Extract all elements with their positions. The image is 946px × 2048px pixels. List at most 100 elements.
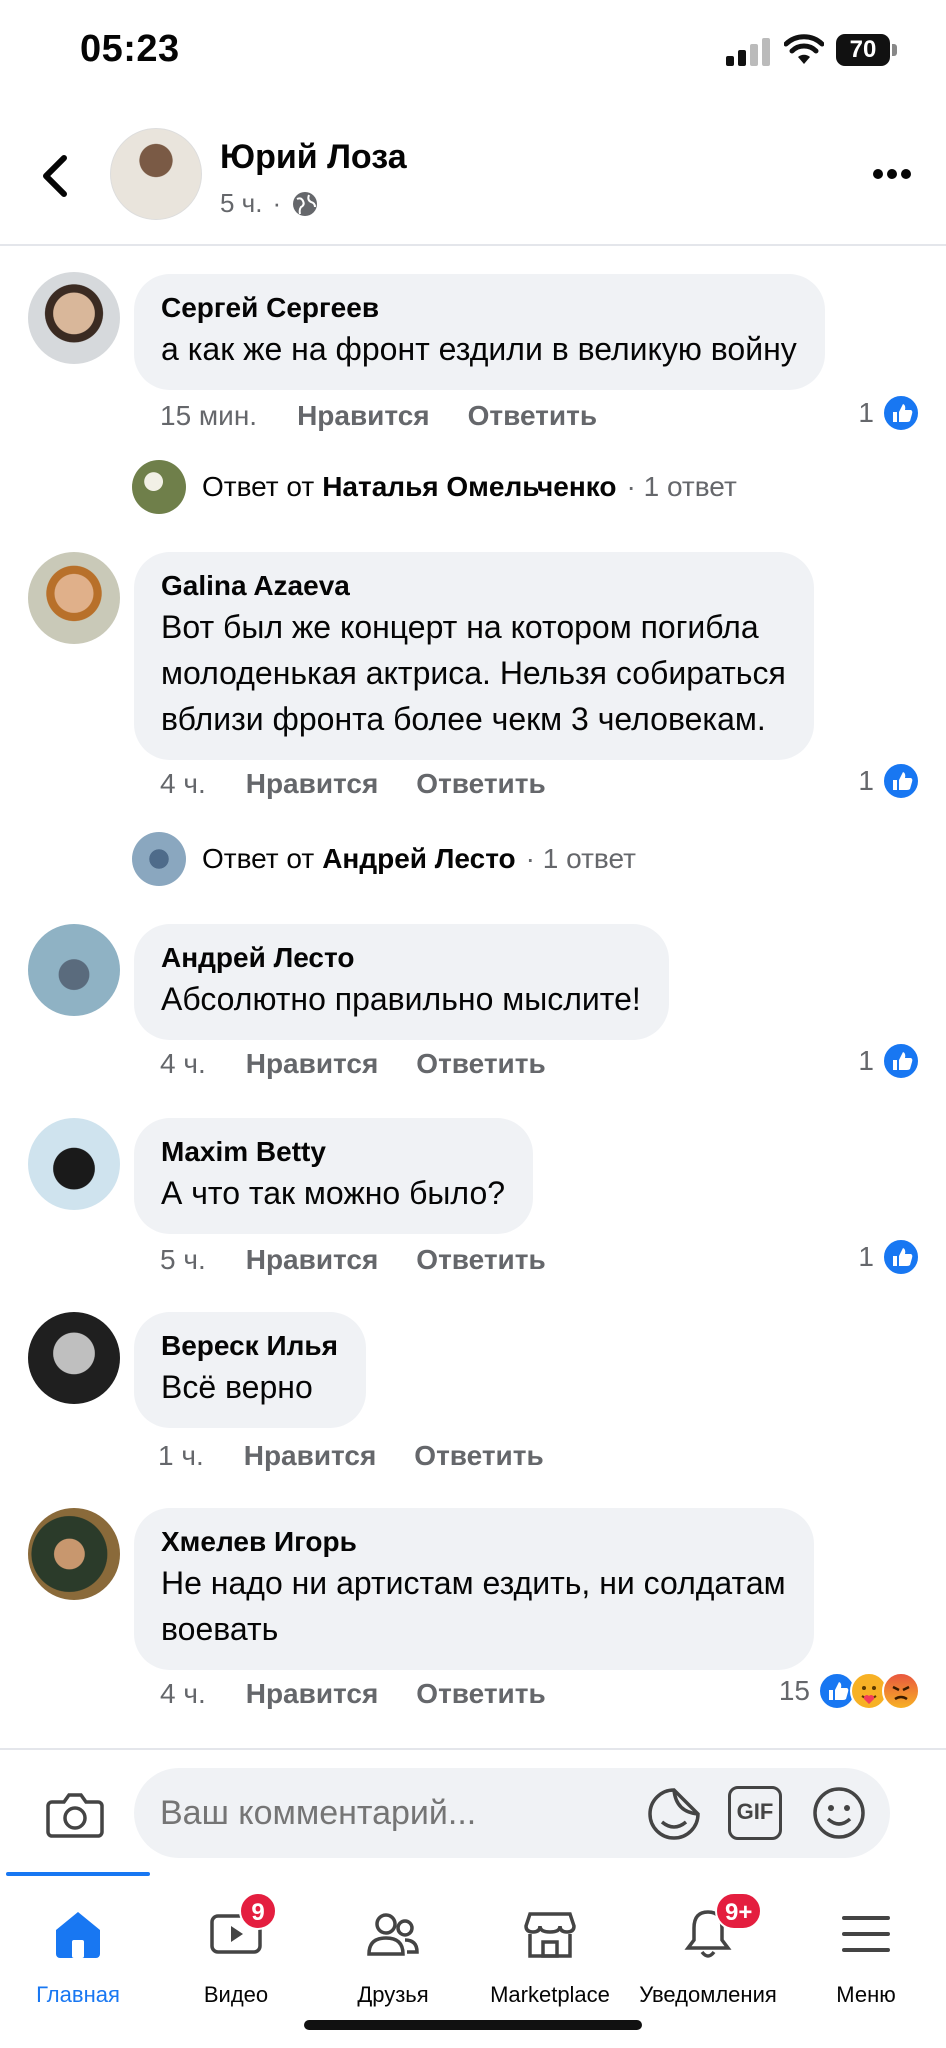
status-bar: 05:23 70	[0, 0, 946, 100]
reply-button[interactable]: Ответить	[416, 1048, 545, 1080]
comment-author[interactable]: Сергей Сергеев	[161, 290, 797, 326]
reactions-summary[interactable]: 1	[858, 762, 920, 800]
like-button[interactable]: Нравится	[297, 400, 430, 432]
tab-home[interactable]: Главная	[3, 1892, 153, 2007]
commenter-avatar[interactable]	[28, 1508, 120, 1600]
post-header: Юрий Лоза 5 ч. ·	[0, 110, 946, 246]
tab-notifications-label: Уведомления	[639, 1982, 777, 2007]
tab-friends[interactable]: Друзья	[318, 1892, 468, 2007]
comment-text: вблизи фронта более чекм 3 человекам.	[161, 701, 766, 737]
battery-indicator: 70	[836, 34, 897, 66]
tab-marketplace[interactable]: Marketplace	[475, 1892, 625, 2007]
comment-text: а как же на фронт ездили в великую войну	[161, 331, 797, 367]
author-avatar[interactable]	[110, 128, 202, 220]
tab-menu[interactable]: Меню	[791, 1892, 941, 2007]
reactions-summary[interactable]: 1	[858, 1042, 920, 1080]
emoji-icon[interactable]	[812, 1786, 866, 1840]
comment-actions: 15 мин. Нравится Ответить	[160, 400, 597, 432]
reaction-count: 1	[858, 765, 874, 796]
reply-count: · 1 ответ	[525, 843, 636, 874]
comment-text: Абсолютно правильно мыслите!	[161, 981, 641, 1017]
reactions-summary[interactable]: 1	[858, 394, 920, 432]
comment-author[interactable]: Вереск Илья	[161, 1328, 338, 1364]
comment-author[interactable]: Maxim Betty	[161, 1134, 505, 1170]
sticker-icon[interactable]	[646, 1786, 702, 1842]
tab-home-label: Главная	[36, 1982, 120, 2007]
like-button[interactable]: Нравится	[246, 1244, 379, 1276]
friends-icon	[367, 1913, 419, 1956]
more-options-icon[interactable]	[872, 168, 912, 180]
like-button[interactable]: Нравится	[246, 1678, 379, 1710]
status-time: 05:23	[80, 28, 180, 70]
comment-bubble: Андрей Лесто Абсолютно правильно мыслите…	[134, 924, 669, 1040]
tab-friends-label: Друзья	[357, 1982, 429, 2007]
comment-actions: 4 ч. Нравится Ответить	[160, 768, 546, 800]
commenter-avatar[interactable]	[28, 924, 120, 1016]
reactions-summary[interactable]: 1	[858, 1238, 920, 1276]
camera-icon[interactable]	[46, 1790, 104, 1840]
like-button[interactable]: Нравится	[246, 1048, 379, 1080]
like-reaction-icon	[882, 1238, 920, 1276]
comment-bubble: Хмелев Игорь Не надо ни артистам ездить,…	[134, 1508, 814, 1670]
reply-button[interactable]: Ответить	[468, 400, 597, 432]
view-replies-link[interactable]: Ответ от Наталья Омельченко · 1 ответ	[132, 460, 737, 514]
post-age: 5 ч.	[220, 188, 263, 218]
comment-bubble: Вереск Илья Всё верно	[134, 1312, 366, 1428]
reaction-count: 1	[858, 1241, 874, 1272]
meta-separator: ·	[272, 188, 282, 218]
comment-text: Не надо ни артистам ездить, ни солдатам	[161, 1565, 786, 1601]
angry-reaction-icon	[882, 1672, 920, 1710]
like-reaction-icon	[882, 394, 920, 432]
commenter-avatar[interactable]	[28, 552, 120, 644]
comment-time: 5 ч.	[160, 1244, 206, 1275]
gif-icon[interactable]: GIF	[728, 1786, 782, 1840]
tab-video[interactable]: 9 Видео	[161, 1892, 311, 2007]
reply-button[interactable]: Ответить	[416, 768, 545, 800]
tab-marketplace-label: Marketplace	[490, 1982, 610, 2007]
reply-author-name: Андрей Лесто	[322, 843, 516, 874]
commenter-avatar[interactable]	[28, 1312, 120, 1404]
tab-menu-label: Меню	[836, 1982, 896, 2007]
reaction-count: 1	[858, 1045, 874, 1076]
comment-bubble: Galina Azaeva Вот был же концерт на кото…	[134, 552, 814, 760]
comment-text: воевать	[161, 1611, 279, 1647]
hamburger-menu-icon	[842, 1916, 890, 1952]
comment-actions: 1 ч. Нравится Ответить	[158, 1440, 544, 1472]
reply-button[interactable]: Ответить	[414, 1440, 543, 1472]
like-button[interactable]: Нравится	[244, 1440, 377, 1472]
comment-text: Всё верно	[161, 1369, 313, 1405]
home-icon	[56, 1912, 100, 1958]
commenter-avatar[interactable]	[28, 1118, 120, 1210]
post-author-name[interactable]: Юрий Лоза	[220, 138, 407, 177]
reaction-count: 15	[778, 1675, 810, 1706]
comment-time: 15 мин.	[160, 400, 258, 431]
reply-count: · 1 ответ	[626, 471, 737, 502]
comment-time: 4 ч.	[160, 1678, 206, 1709]
reply-button[interactable]: Ответить	[416, 1678, 545, 1710]
comment-actions: 4 ч. Нравится Ответить	[160, 1678, 546, 1710]
comment-bubble: Сергей Сергеев а как же на фронт ездили …	[134, 274, 825, 390]
back-arrow-icon[interactable]	[38, 150, 74, 202]
comment-actions: 4 ч. Нравится Ответить	[160, 1048, 546, 1080]
reply-author-name: Наталья Омельченко	[322, 471, 617, 502]
reply-button[interactable]: Ответить	[416, 1244, 545, 1276]
active-tab-indicator	[6, 1872, 150, 1876]
like-button[interactable]: Нравится	[246, 768, 379, 800]
comment-time: 1 ч.	[158, 1440, 204, 1471]
comment-actions: 5 ч. Нравится Ответить	[160, 1244, 546, 1276]
cellular-signal-icon	[726, 38, 770, 66]
battery-tip	[892, 44, 897, 56]
tab-video-label: Видео	[203, 1982, 269, 2007]
comment-author[interactable]: Андрей Лесто	[161, 940, 641, 976]
home-indicator[interactable]	[304, 2020, 642, 2030]
commenter-avatar[interactable]	[28, 272, 120, 364]
view-replies-link[interactable]: Ответ от Андрей Лесто · 1 ответ	[132, 832, 636, 886]
like-reaction-icon	[882, 762, 920, 800]
comment-author[interactable]: Galina Azaeva	[161, 568, 786, 604]
globe-icon	[293, 191, 318, 216]
tab-notifications[interactable]: 9+ Уведомления	[633, 1892, 783, 2007]
comment-author[interactable]: Хмелев Игорь	[161, 1524, 786, 1560]
reactions-summary[interactable]: 15	[779, 1672, 920, 1710]
post-meta: 5 ч. ·	[220, 188, 319, 219]
comment-time: 4 ч.	[160, 1048, 206, 1079]
